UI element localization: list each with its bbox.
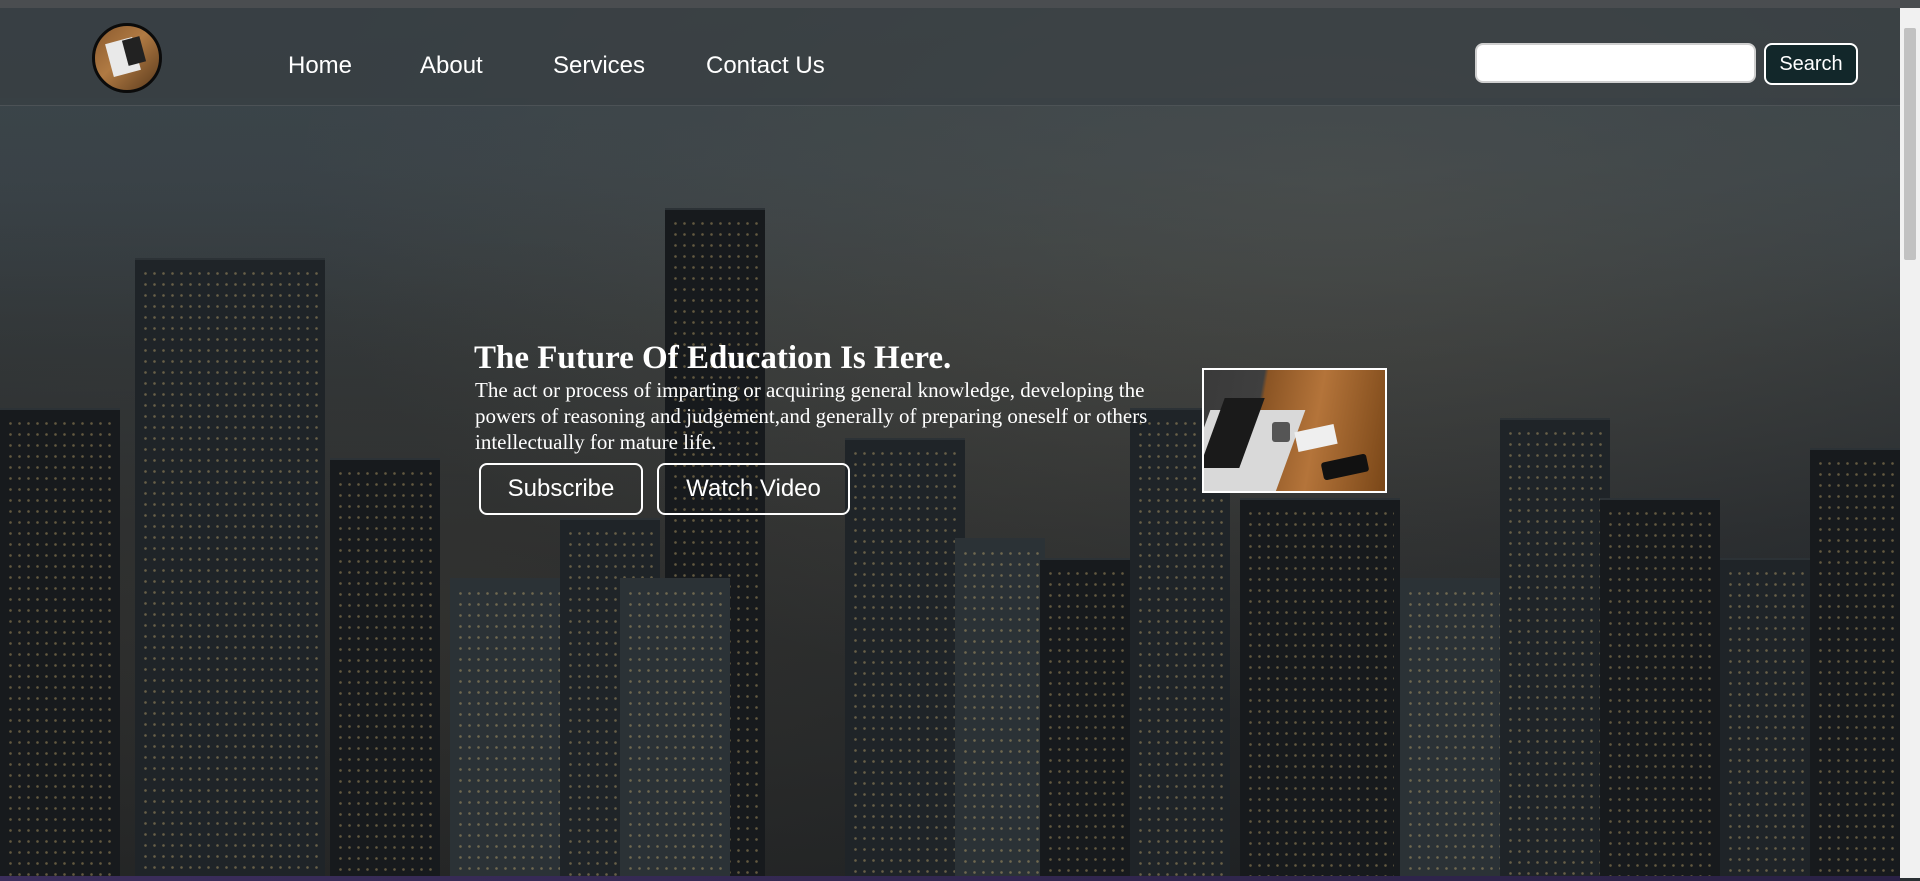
building: [955, 538, 1045, 878]
building: [135, 258, 325, 878]
search-button[interactable]: Search: [1764, 43, 1858, 85]
building: [1600, 498, 1720, 878]
scrollbar-thumb[interactable]: [1904, 28, 1916, 260]
building: [1810, 448, 1900, 878]
building: [0, 408, 120, 878]
browser-top-strip: [0, 0, 1920, 8]
building: [330, 458, 440, 878]
hero-description: The act or process of imparting or acqui…: [475, 378, 1148, 454]
photo-notepad: [1294, 424, 1338, 452]
search-input[interactable]: [1475, 43, 1756, 83]
building: [1500, 418, 1610, 878]
building: [1720, 558, 1820, 878]
nav-link-services[interactable]: Services: [553, 52, 645, 80]
watch-video-button[interactable]: Watch Video: [657, 463, 850, 515]
building: [845, 438, 965, 878]
building: [620, 578, 730, 878]
building: [1240, 498, 1400, 878]
bottom-edge-bar: [0, 876, 1900, 881]
page-scrollbar[interactable]: [1900, 8, 1920, 878]
laptop-coffee-photo-icon: [1202, 368, 1387, 493]
nav-link-home[interactable]: Home: [288, 52, 352, 80]
nav-link-about[interactable]: About: [420, 52, 483, 80]
subscribe-button[interactable]: Subscribe: [479, 463, 643, 515]
building: [450, 578, 570, 878]
nav-link-contact-us[interactable]: Contact Us: [706, 52, 825, 80]
top-navigation-bar: Home About Services Contact Us Search: [0, 8, 1900, 106]
photo-coffee-cup: [1272, 422, 1290, 442]
photo-phone: [1320, 453, 1370, 481]
hero-title: The Future Of Education Is Here.: [474, 340, 952, 376]
laptop-desk-logo-icon[interactable]: [92, 23, 162, 93]
